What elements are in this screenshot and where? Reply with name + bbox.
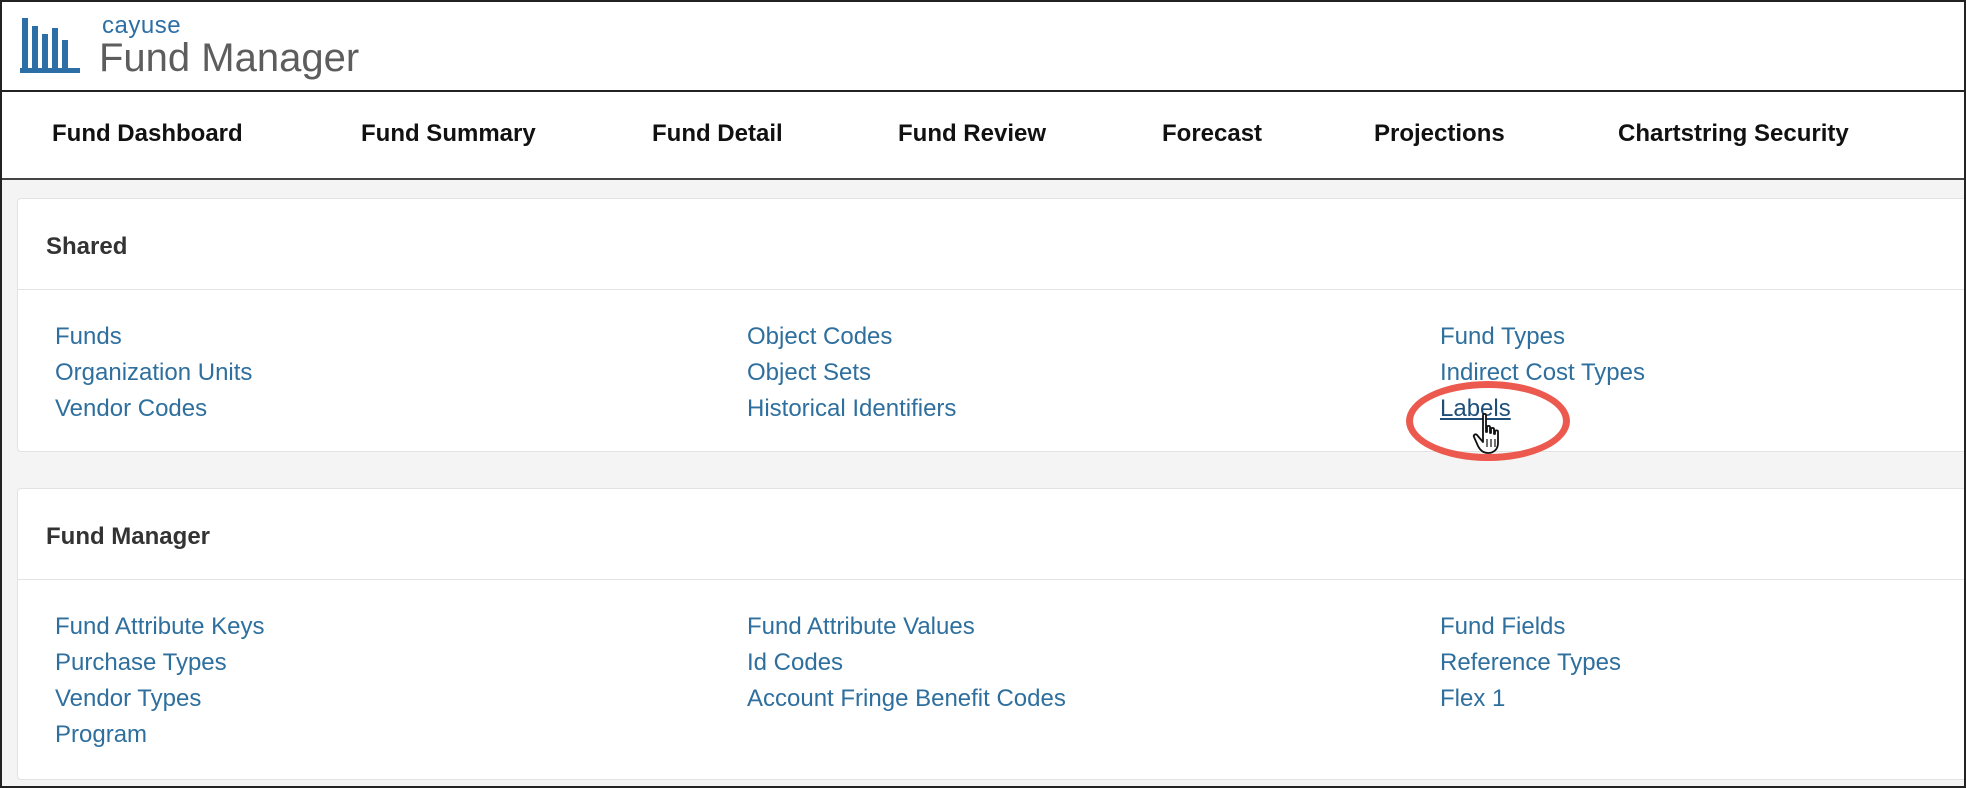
fund-manager-panel-title: Fund Manager [46, 523, 211, 550]
link-vendor-types[interactable]: Vendor Types [55, 685, 201, 713]
app-window: cayuse Fund Manager Fund Dashboard Fund … [0, 0, 1966, 788]
nav-forecast[interactable]: Forecast [1162, 120, 1262, 148]
nav-chartstring-security[interactable]: Chartstring Security [1618, 120, 1849, 148]
link-reference-types[interactable]: Reference Types [1440, 649, 1621, 677]
link-program[interactable]: Program [55, 721, 147, 749]
link-fund-types[interactable]: Fund Types [1440, 323, 1565, 351]
app-header: cayuse Fund Manager [2, 2, 1964, 92]
nav-projections[interactable]: Projections [1374, 120, 1505, 148]
link-fund-fields[interactable]: Fund Fields [1440, 613, 1565, 641]
link-funds[interactable]: Funds [55, 323, 122, 351]
brand-product: Fund Manager [99, 36, 360, 80]
link-indirect-cost-types[interactable]: Indirect Cost Types [1440, 359, 1645, 387]
link-object-sets[interactable]: Object Sets [747, 359, 871, 387]
link-organization-units[interactable]: Organization Units [55, 359, 252, 387]
link-vendor-codes[interactable]: Vendor Codes [55, 395, 207, 423]
link-object-codes[interactable]: Object Codes [747, 323, 892, 351]
link-labels[interactable]: Labels [1440, 395, 1511, 423]
fund-manager-panel: Fund Manager Fund Attribute Keys Purchas… [17, 488, 1964, 780]
link-fund-attribute-keys[interactable]: Fund Attribute Keys [55, 613, 264, 641]
shared-panel-title: Shared [46, 233, 128, 260]
link-fund-attribute-values[interactable]: Fund Attribute Values [747, 613, 975, 641]
link-id-codes[interactable]: Id Codes [747, 649, 843, 677]
cayuse-logo-icon [20, 18, 80, 73]
panel-divider [18, 289, 1964, 290]
nav-fund-detail[interactable]: Fund Detail [652, 120, 783, 148]
nav-fund-summary[interactable]: Fund Summary [361, 120, 536, 148]
nav-fund-dashboard[interactable]: Fund Dashboard [52, 120, 243, 148]
shared-panel: Shared Funds Organization Units Vendor C… [17, 198, 1964, 452]
link-flex-1[interactable]: Flex 1 [1440, 685, 1505, 713]
link-historical-identifiers[interactable]: Historical Identifiers [747, 395, 956, 423]
link-account-fringe-benefit-codes[interactable]: Account Fringe Benefit Codes [747, 685, 1066, 713]
nav-fund-review[interactable]: Fund Review [898, 120, 1046, 148]
link-purchase-types[interactable]: Purchase Types [55, 649, 227, 677]
panel-divider [18, 579, 1964, 580]
main-nav: Fund Dashboard Fund Summary Fund Detail … [2, 92, 1964, 180]
